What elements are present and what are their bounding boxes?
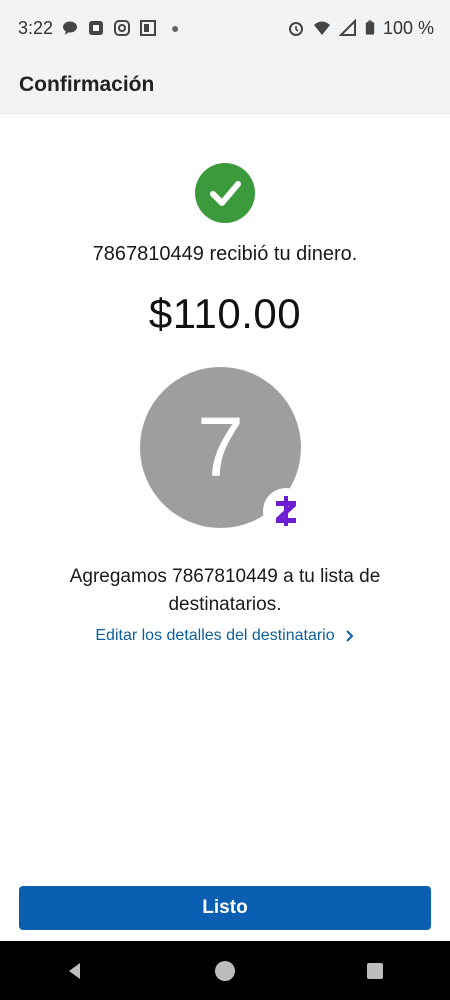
amount-value: $110.00 — [148, 290, 302, 337]
notification-dot-icon: ● — [171, 20, 180, 36]
edit-recipient-label: Editar los detalles del destinatario — [95, 627, 335, 644]
instagram-icon — [114, 20, 131, 36]
page-title: Confirmación — [19, 72, 155, 96]
chevron-right-icon — [345, 630, 354, 642]
status-bar-left: 3:22 ● — [18, 18, 180, 39]
added-recipient-message: Agregamos 7867810449 a tu lista de desti… — [69, 566, 381, 615]
nav-recents-button[interactable] — [345, 951, 405, 991]
battery-level: 100 % — [382, 17, 434, 38]
news-icon — [140, 20, 157, 36]
nav-home-button[interactable] — [195, 951, 255, 991]
status-time: 3:22 — [18, 17, 54, 38]
back-triangle-icon — [69, 962, 80, 979]
app-header: Confirmación — [0, 56, 450, 114]
done-button[interactable]: Listo — [19, 886, 431, 930]
status-bar: 3:22 ● 100 % — [0, 0, 450, 56]
success-check-icon — [195, 163, 255, 223]
recents-square-icon — [367, 962, 383, 979]
home-circle-icon — [215, 960, 235, 981]
wifi-icon — [313, 21, 330, 35]
edit-recipient-link[interactable]: Editar los detalles del destinatario — [0, 627, 450, 645]
status-bar-right: 100 % — [287, 18, 434, 39]
avatar-initial: 7 — [197, 400, 244, 494]
received-message: 7867810449 recibió tu dinero. — [92, 243, 358, 265]
chat-bubble-icon — [63, 21, 78, 35]
zelle-logo-icon — [276, 496, 296, 526]
system-nav-bar — [0, 941, 450, 1000]
signal-icon — [338, 19, 356, 36]
battery-icon — [365, 20, 375, 35]
alarm-icon — [288, 22, 303, 36]
nav-back-button[interactable] — [45, 951, 105, 991]
chase-logo-icon — [89, 21, 104, 35]
zelle-badge — [263, 488, 309, 534]
